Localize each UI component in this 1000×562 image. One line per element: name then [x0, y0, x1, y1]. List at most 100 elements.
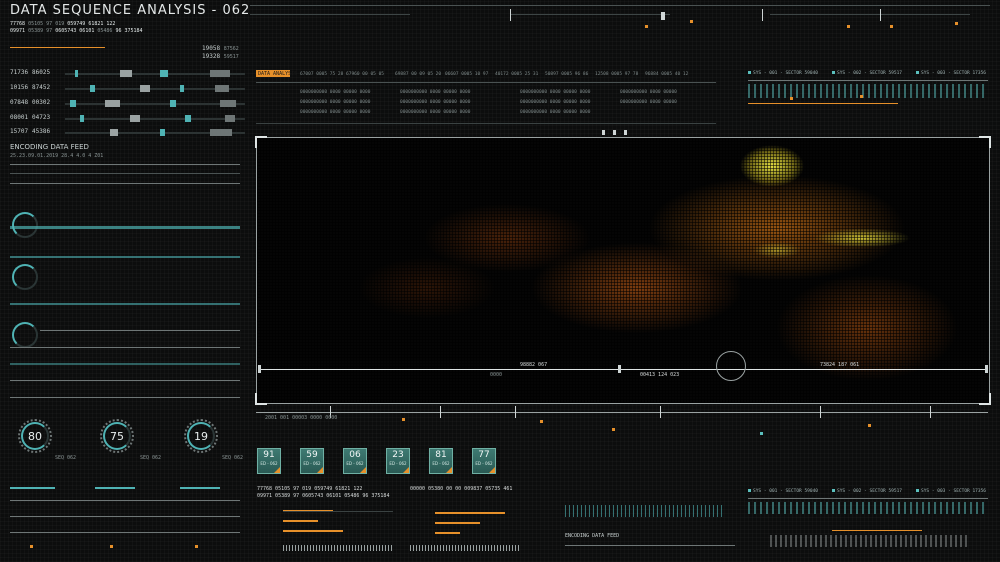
target-reticle[interactable]: [716, 351, 746, 381]
gauge-sub: SEQ 062: [140, 455, 162, 461]
track-line: [283, 511, 393, 512]
data-column: 40172 0005 25 31: [495, 72, 539, 77]
progress-bar: [10, 363, 240, 365]
page-title: DATA SEQUENCE ANALYSIS - 062: [10, 3, 251, 18]
progress-bar: [748, 103, 898, 104]
scan-line: [258, 369, 986, 370]
stat-row: 08001 04723: [10, 114, 245, 124]
stat-row: 10156 87452: [10, 84, 245, 94]
feed-line: [10, 183, 240, 184]
data-column: 67007 0005 75 28 67960 00 05 05: [300, 72, 384, 77]
progress-bar: [10, 226, 240, 229]
bottom-codes-line3: 00000 05380 00 00 009837 05735 461: [410, 486, 513, 492]
data-column: 0000000000 0000 00000 0000: [400, 110, 471, 115]
header-right-code-2: 19328 59517: [202, 53, 239, 60]
data-column: 06607 0005 10 97: [445, 72, 489, 77]
metric-card[interactable]: 77 ED - 062: [472, 448, 496, 474]
progress-bar: [10, 303, 240, 305]
marker-dot: [760, 432, 763, 435]
barcode-strip: [410, 545, 520, 551]
sector-label-3-bottom: SYS - 003 - SECTOR 17356: [916, 489, 986, 494]
progress-bar: [435, 532, 460, 534]
panel-line: [40, 330, 240, 331]
stat-row: 07848 00302: [10, 99, 245, 109]
progress-bar: [435, 522, 480, 524]
data-column: 0000000000 0000 00000: [620, 100, 677, 105]
progress-bar: [95, 487, 135, 489]
metric-card[interactable]: 06 ED - 062: [343, 448, 367, 474]
mini-gauge: [12, 212, 38, 238]
mini-gauge: [12, 322, 38, 348]
sector-label-2: SYS - 002 - SECTOR 59517: [832, 71, 902, 76]
timeline: [256, 412, 988, 413]
data-column: 12508 0005 97 78: [595, 72, 639, 77]
marker-dot: [868, 424, 871, 427]
data-column: 50897 0005 96 86: [545, 72, 589, 77]
panel-line: [565, 545, 735, 546]
viz-readout-right: 73824 18? 061: [820, 362, 860, 368]
progress-bar: [435, 512, 505, 514]
sector-data-grid: [748, 84, 988, 98]
metric-card[interactable]: 23 ED - 062: [386, 448, 410, 474]
marker-dot: [860, 95, 863, 98]
data-column: 0000000000 0000 00000 0000: [520, 100, 591, 105]
progress-bar: [283, 530, 343, 532]
timeline-tick: [440, 406, 441, 418]
header-right-code-1: 19058 87562: [202, 45, 239, 52]
sector-divider: [748, 498, 988, 499]
bottom-codes-line2: 09971 05389 97 0605743 06101 05486 96 37…: [257, 493, 390, 499]
encoding-feed-label: ENCODING DATA FEED: [10, 143, 89, 151]
timeline-tick: [930, 406, 931, 418]
marker-dot: [30, 545, 33, 548]
progress-bar: [180, 487, 220, 489]
scan-marker: [258, 365, 261, 373]
scan-marker: [985, 365, 988, 373]
barcode-strip: [283, 545, 393, 551]
marker-dot: [790, 97, 793, 100]
data-column: 0000000000 0000 00000 0000: [520, 110, 591, 115]
table-divider: [256, 123, 716, 124]
gauge-sub: SEQ 062: [55, 455, 77, 461]
tick-marker: [602, 130, 605, 135]
panel-line: [10, 500, 240, 501]
panel-line: [10, 397, 240, 398]
marker-dot: [402, 418, 405, 421]
waveform-strip: [565, 505, 725, 517]
mini-gauge: [12, 264, 38, 290]
stat-row: 71736 86025: [10, 69, 245, 79]
tick-marker: [613, 130, 616, 135]
data-column: 0000000000 0000 00000 0000: [400, 100, 471, 105]
sector-data-grid: [748, 502, 988, 514]
panel-line: [10, 532, 240, 533]
panel-line: [10, 516, 240, 517]
timeline-tick: [820, 406, 821, 418]
data-column: 96884 0005 40 12: [645, 72, 689, 77]
gauge-75: 75: [100, 419, 134, 453]
progress-bar: [10, 256, 240, 258]
data-column: 69887 00 09 05 20: [395, 72, 442, 77]
sector-label-1: SYS - 001 - SECTOR 59040: [748, 71, 818, 76]
metric-card[interactable]: 81 ED - 062: [429, 448, 453, 474]
metric-card[interactable]: 59 ED - 062: [300, 448, 324, 474]
data-column: 0000000000 0000 00000 0000: [300, 110, 371, 115]
data-column: 0000000000 0000 00000: [620, 90, 677, 95]
sector-data-grid: [770, 535, 970, 547]
panel-line: [10, 347, 240, 348]
viz-tag-label: DATA ANALYSIS: [258, 71, 298, 77]
tick-marker: [624, 130, 627, 135]
heatmap-visualization[interactable]: [255, 136, 991, 405]
sector-label-2-bottom: SYS - 002 - SECTOR 59517: [832, 489, 902, 494]
timeline-tick: [660, 406, 661, 418]
data-column: 0000000000 0000 00000 0000: [300, 100, 371, 105]
data-column: 0000000000 0000 00000 0000: [520, 90, 591, 95]
marker-dot: [612, 428, 615, 431]
sector-label-1-bottom: SYS - 001 - SECTOR 59040: [748, 489, 818, 494]
data-column: 0000000000 0000 00000 0000: [400, 90, 471, 95]
stat-row: 15707 45386: [10, 128, 245, 138]
scan-marker: [618, 365, 621, 373]
header-accent-bar: [10, 47, 105, 48]
progress-bar: [10, 487, 55, 489]
encoding-feed-sub: 25.23.09.01.2019 28.4 4.0 4 Z01: [10, 153, 104, 159]
metric-card[interactable]: 91 ED - 062: [257, 448, 281, 474]
marker-dot: [110, 545, 113, 548]
